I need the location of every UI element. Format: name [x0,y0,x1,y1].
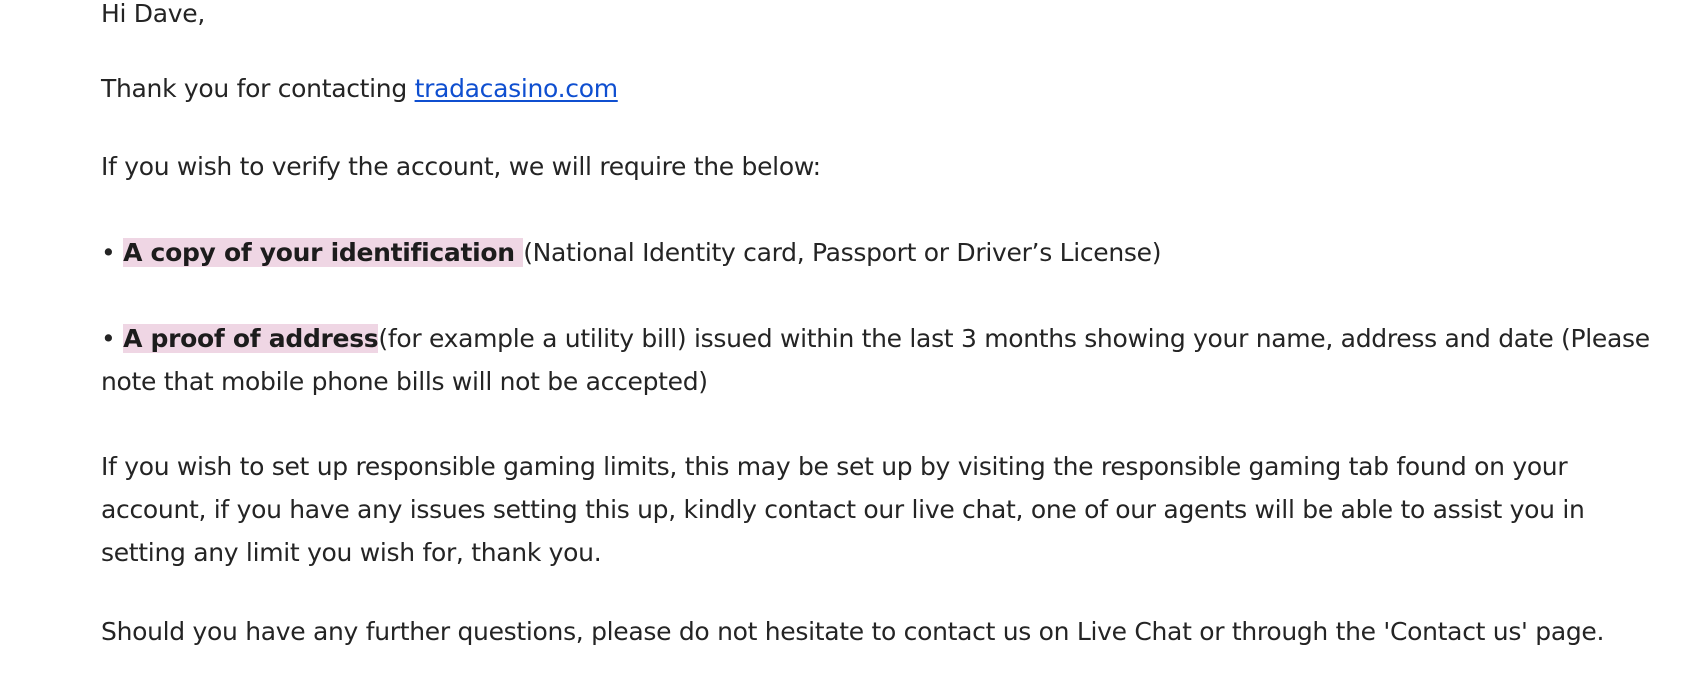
thanks-line: Thank you for contacting tradacasino.com [101,67,618,110]
requirement-detail: (National Identity card, Passport or Dri… [523,238,1162,267]
bullet: • [101,238,116,267]
greeting: Hi Dave, [101,0,205,28]
intro-text: If you wish to verify the account, we wi… [101,152,821,181]
further-questions: Should you have any further questions, p… [101,617,1605,646]
requirement-title: A proof of address [123,324,379,353]
requirement-item-address: • A proof of address(for example a utili… [101,317,1671,403]
thanks-text: Thank you for contacting [101,74,415,103]
site-link[interactable]: tradacasino.com [415,74,618,103]
requirement-item-identification: • A copy of your identification (Nationa… [101,231,1161,274]
bullet: • [101,324,116,353]
gaming-paragraph: If you wish to set up responsible gaming… [101,452,1585,567]
requirement-title: A copy of your identification [123,238,524,267]
